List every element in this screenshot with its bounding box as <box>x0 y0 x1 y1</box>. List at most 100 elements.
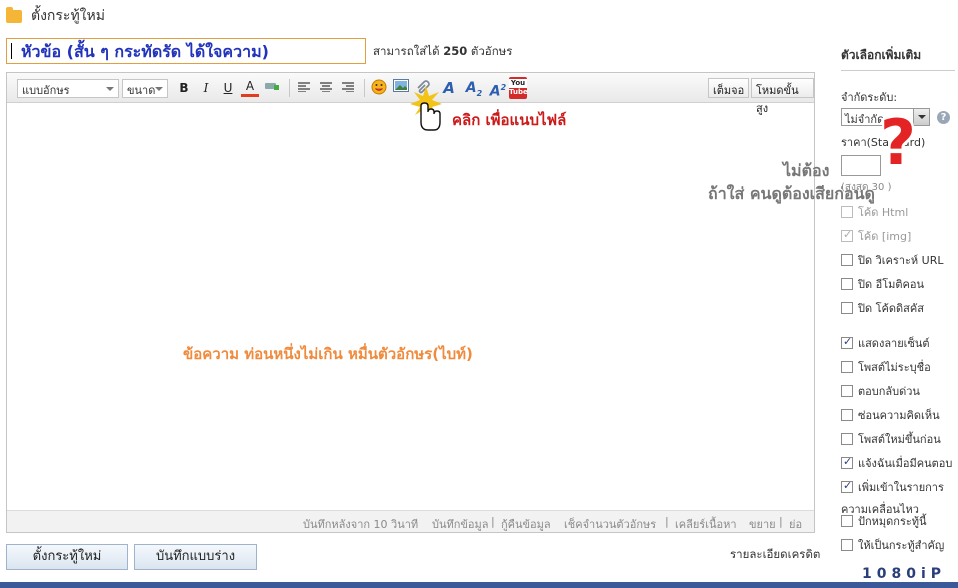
expand-link[interactable]: ขยาย <box>749 515 776 533</box>
editor-textarea[interactable]: ข้อความ ท่อนหนึ่งไม่เกิน หมื่นตัวอักษร(ไ… <box>7 104 814 511</box>
restore-data-link[interactable]: กู้คืนข้อมูล <box>501 515 551 533</box>
price-note-free: ไม่ต้อง <box>783 161 830 180</box>
checkbox-checked-icon[interactable] <box>841 479 853 493</box>
font-family-label: แบบอักษร <box>22 84 70 97</box>
align-right-icon[interactable] <box>339 79 357 97</box>
checkbox-empty-icon[interactable] <box>841 302 853 314</box>
option-label: เพิ่มเข้าในรายการ <box>858 481 944 494</box>
question-mark-icon: ? <box>880 106 916 179</box>
title-input[interactable]: หัวข้อ (สั้น ๆ กระทัดรัด ได้ใจความ) <box>6 38 366 64</box>
checkbox-empty-icon[interactable] <box>841 254 853 266</box>
option-checkbox[interactable]: ปิด โค้ดดิสคัส <box>841 301 924 315</box>
toolbar-divider <box>364 79 365 97</box>
save-data-link[interactable]: บันทึกข้อมูล <box>432 515 489 533</box>
option-checkbox[interactable]: แสดงลายเซ็นต์ <box>841 335 930 350</box>
post-topic-button[interactable]: ตั้งกระทู้ใหม่ <box>6 544 128 570</box>
option-checkbox[interactable]: เพิ่มเข้าในรายการ <box>841 479 944 494</box>
chevron-down-icon <box>106 87 114 91</box>
help-icon[interactable]: ? <box>937 111 950 124</box>
count-chars-link[interactable]: เช็คจำนวนตัวอักษร <box>564 515 656 533</box>
superscript-icon[interactable]: A2 <box>489 79 507 100</box>
fullscreen-button[interactable]: เต็มจอ <box>708 78 750 98</box>
checkbox-empty-icon[interactable] <box>841 409 853 421</box>
align-center-icon[interactable] <box>317 79 335 97</box>
option-label: แจ้งฉันเมื่อมีคนตอบ <box>858 457 953 470</box>
checkbox-checked-icon[interactable] <box>841 335 853 349</box>
checkbox-empty-icon[interactable] <box>841 433 853 445</box>
option-label: โพสต์ใหม่ขึ้นก่อน <box>858 433 941 446</box>
youtube-tube: Tube <box>509 88 528 96</box>
title-input-value: หัวข้อ (สั้น ๆ กระทัดรัด ได้ใจความ) <box>21 41 269 61</box>
option-label: ให้เป็นกระทู้สำคัญ <box>858 539 945 552</box>
save-draft-button[interactable]: บันทึกแบบร่าง <box>134 544 257 570</box>
option-checkbox[interactable]: ปิด วิเคราะห์ URL <box>841 253 943 267</box>
attach-hint: คลิก เพื่อแนบไฟล์ <box>452 111 567 129</box>
font-size-label: ขนาด <box>127 84 156 97</box>
option-label: โค้ด [img] <box>858 230 912 243</box>
checkbox-empty-icon[interactable] <box>841 385 853 397</box>
autosave-status: บันทึกหลังจาก 10 วินาที <box>303 518 419 531</box>
advanced-mode-button[interactable]: โหมดขั้นสูง <box>751 78 814 115</box>
align-left-icon[interactable] <box>295 79 313 97</box>
option-checkbox[interactable]: โพสต์ใหม่ขึ้นก่อน <box>841 432 941 446</box>
option-label: แสดงลายเซ็นต์ <box>858 337 930 350</box>
option-checkbox[interactable]: ปิด อีโมติคอน <box>841 277 924 291</box>
option-checkbox[interactable]: ให้เป็นกระทู้สำคัญ <box>841 538 944 552</box>
credit-details-link[interactable]: รายละเอียดเครดิต <box>730 546 820 564</box>
highlight-icon[interactable] <box>263 79 281 97</box>
bottom-bar <box>0 582 958 588</box>
limit-prefix: สามารถใส่ได้ <box>373 44 440 58</box>
click-burst-cursor-icon <box>410 86 442 131</box>
checkbox-empty-icon[interactable] <box>841 361 853 373</box>
underline-button[interactable]: U <box>219 79 237 97</box>
option-checkbox[interactable]: ซ่อนความคิดเห็น <box>841 408 940 422</box>
youtube-you: You <box>509 79 527 88</box>
option-checkbox[interactable]: โพสต์ไม่ระบุชื่อ <box>841 360 931 374</box>
font-size-select[interactable]: ขนาด <box>122 79 168 98</box>
sep: | <box>665 515 669 528</box>
bold-button[interactable]: B <box>175 79 193 97</box>
option-label: ปิด วิเคราะห์ URL <box>858 254 944 267</box>
option-checkbox: โค้ด Html <box>841 205 908 219</box>
sep: | <box>779 515 783 528</box>
brand-logo: 1080iP <box>862 566 947 582</box>
option-checkbox[interactable]: แจ้งฉันเมื่อมีคนตอบ <box>841 455 953 470</box>
subscript-icon[interactable]: A2 <box>465 79 483 98</box>
checkbox-empty-icon[interactable] <box>841 278 853 290</box>
editor-statusbar: บันทึกหลังจาก 10 วินาที บันทึกข้อมูล | ก… <box>7 510 814 532</box>
option-label: ปิด อีโมติคอน <box>858 278 925 291</box>
option-label: ปิด โค้ดดิสคัส <box>858 302 924 315</box>
title-char-limit: สามารถใส่ได้ 250 ตัวอักษร <box>373 43 512 61</box>
option-label: โค้ด Html <box>858 206 909 219</box>
price-input[interactable] <box>841 155 881 176</box>
text-caret <box>11 43 12 59</box>
font-family-select[interactable]: แบบอักษร <box>17 79 119 98</box>
shrink-link[interactable]: ย่อ <box>789 515 802 533</box>
emoticon-icon[interactable] <box>370 79 388 97</box>
limit-level-label: จำกัดระดับ: <box>841 91 898 104</box>
option-label: โพสต์ไม่ระบุชื่อ <box>858 361 931 374</box>
font-color-button[interactable]: A <box>241 79 259 97</box>
folder-icon <box>6 6 22 23</box>
message-editor: แบบอักษร ขนาด B I U A A A2 A2 You Tube เ… <box>6 72 815 533</box>
toolbar-divider <box>289 79 290 97</box>
limit-level-value: ไม่จำกัด <box>845 113 885 126</box>
clear-content-link[interactable]: เคลียร์เนื้อหา <box>675 515 737 533</box>
italic-button[interactable]: I <box>197 79 215 97</box>
checkbox-checked-icon[interactable] <box>841 455 853 469</box>
body-hint: ข้อความ ท่อนหนึ่งไม่เกิน หมื่นตัวอักษร(ไ… <box>183 345 473 363</box>
option-checkbox[interactable]: ตอบกลับด่วน <box>841 384 920 398</box>
price-hint: (สูงสุด 30 ) <box>841 182 892 193</box>
feed-label-line2: ความเคลื่อนไหว <box>841 503 919 516</box>
options-divider <box>841 70 955 71</box>
options-title: ตัวเลือกเพิ่มเติม <box>841 48 922 62</box>
page-header: ตั้งกระทู้ใหม่ <box>6 6 105 26</box>
chevron-down-icon <box>155 87 163 91</box>
option-label: ซ่อนความคิดเห็น <box>858 409 940 422</box>
checkbox-checked-icon <box>841 228 853 242</box>
page-title: ตั้งกระทู้ใหม่ <box>31 8 105 24</box>
sep: | <box>491 515 495 528</box>
checkbox-empty-icon[interactable] <box>841 539 853 551</box>
limit-count: 250 <box>443 44 468 58</box>
youtube-icon[interactable]: You Tube <box>509 77 528 99</box>
